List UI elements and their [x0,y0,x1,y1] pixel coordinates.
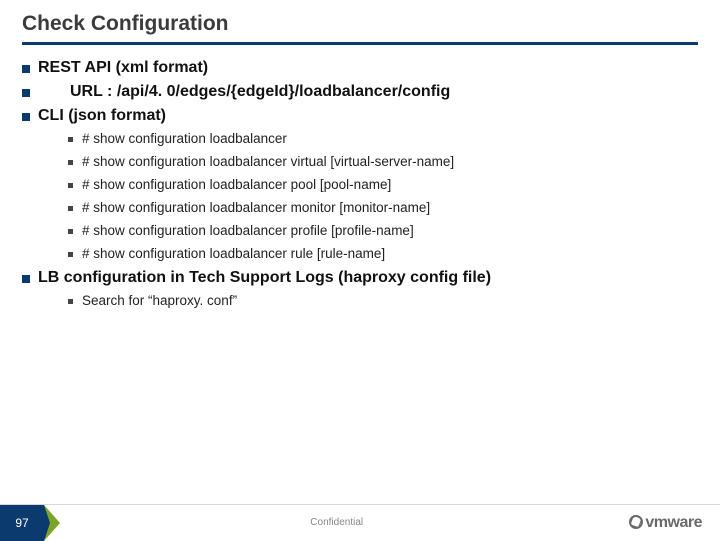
dot-bullet-icon [68,229,73,234]
chevron-accent-icon [44,505,50,541]
list-item: # show configuration loadbalancer pool [… [68,177,698,192]
page-number-badge: 97 [0,505,44,541]
slide-content: Check Configuration REST API (xml format… [0,0,720,308]
dot-bullet-icon [68,183,73,188]
dot-bullet-icon [68,299,73,304]
square-bullet-icon [22,113,30,121]
cli-command: # show configuration loadbalancer [82,131,287,146]
page-number: 97 [15,516,28,530]
footer: 97 Confidential vmware [0,504,720,540]
cli-command: # show configuration loadbalancer virtua… [82,154,454,169]
square-bullet-icon [22,65,30,73]
dot-bullet-icon [68,206,73,211]
url-text: URL : /api/4. 0/edges/{edgeId}/loadbalan… [70,83,450,101]
list-item: Search for “haproxy. conf” [68,293,698,308]
dot-bullet-icon [68,160,73,165]
list-item: # show configuration loadbalancer rule [… [68,246,698,261]
cli-command: # show configuration loadbalancer rule [… [82,246,385,261]
dot-bullet-icon [68,137,73,142]
lb-list: Search for “haproxy. conf” [22,293,698,308]
square-bullet-icon [22,89,30,97]
square-bullet-icon [22,275,30,283]
list-item: # show configuration loadbalancer virtua… [68,154,698,169]
confidential-label: Confidential [44,517,629,528]
list-item: # show configuration loadbalancer [68,131,698,146]
section-heading: LB configuration in Tech Support Logs (h… [38,269,491,287]
section-rest-api: REST API (xml format) [22,59,698,77]
section-lb-config: LB configuration in Tech Support Logs (h… [22,269,698,287]
logo-text: vmware [645,514,702,532]
cli-command: # show configuration loadbalancer pool [… [82,177,391,192]
list-item: # show configuration loadbalancer profil… [68,223,698,238]
list-item: # show configuration loadbalancer monito… [68,200,698,215]
cli-list: # show configuration loadbalancer # show… [22,131,698,261]
section-heading: REST API (xml format) [38,59,208,77]
logo-mark-icon [629,515,643,529]
section-heading: CLI (json format) [38,107,166,125]
url-row: URL : /api/4. 0/edges/{edgeId}/loadbalan… [22,83,698,101]
slide-title: Check Configuration [22,12,698,45]
cli-command: # show configuration loadbalancer monito… [82,200,430,215]
section-cli: CLI (json format) [22,107,698,125]
dot-bullet-icon [68,252,73,257]
vmware-logo: vmware [629,514,720,532]
cli-command: # show configuration loadbalancer profil… [82,223,414,238]
lb-item-text: Search for “haproxy. conf” [82,293,237,308]
